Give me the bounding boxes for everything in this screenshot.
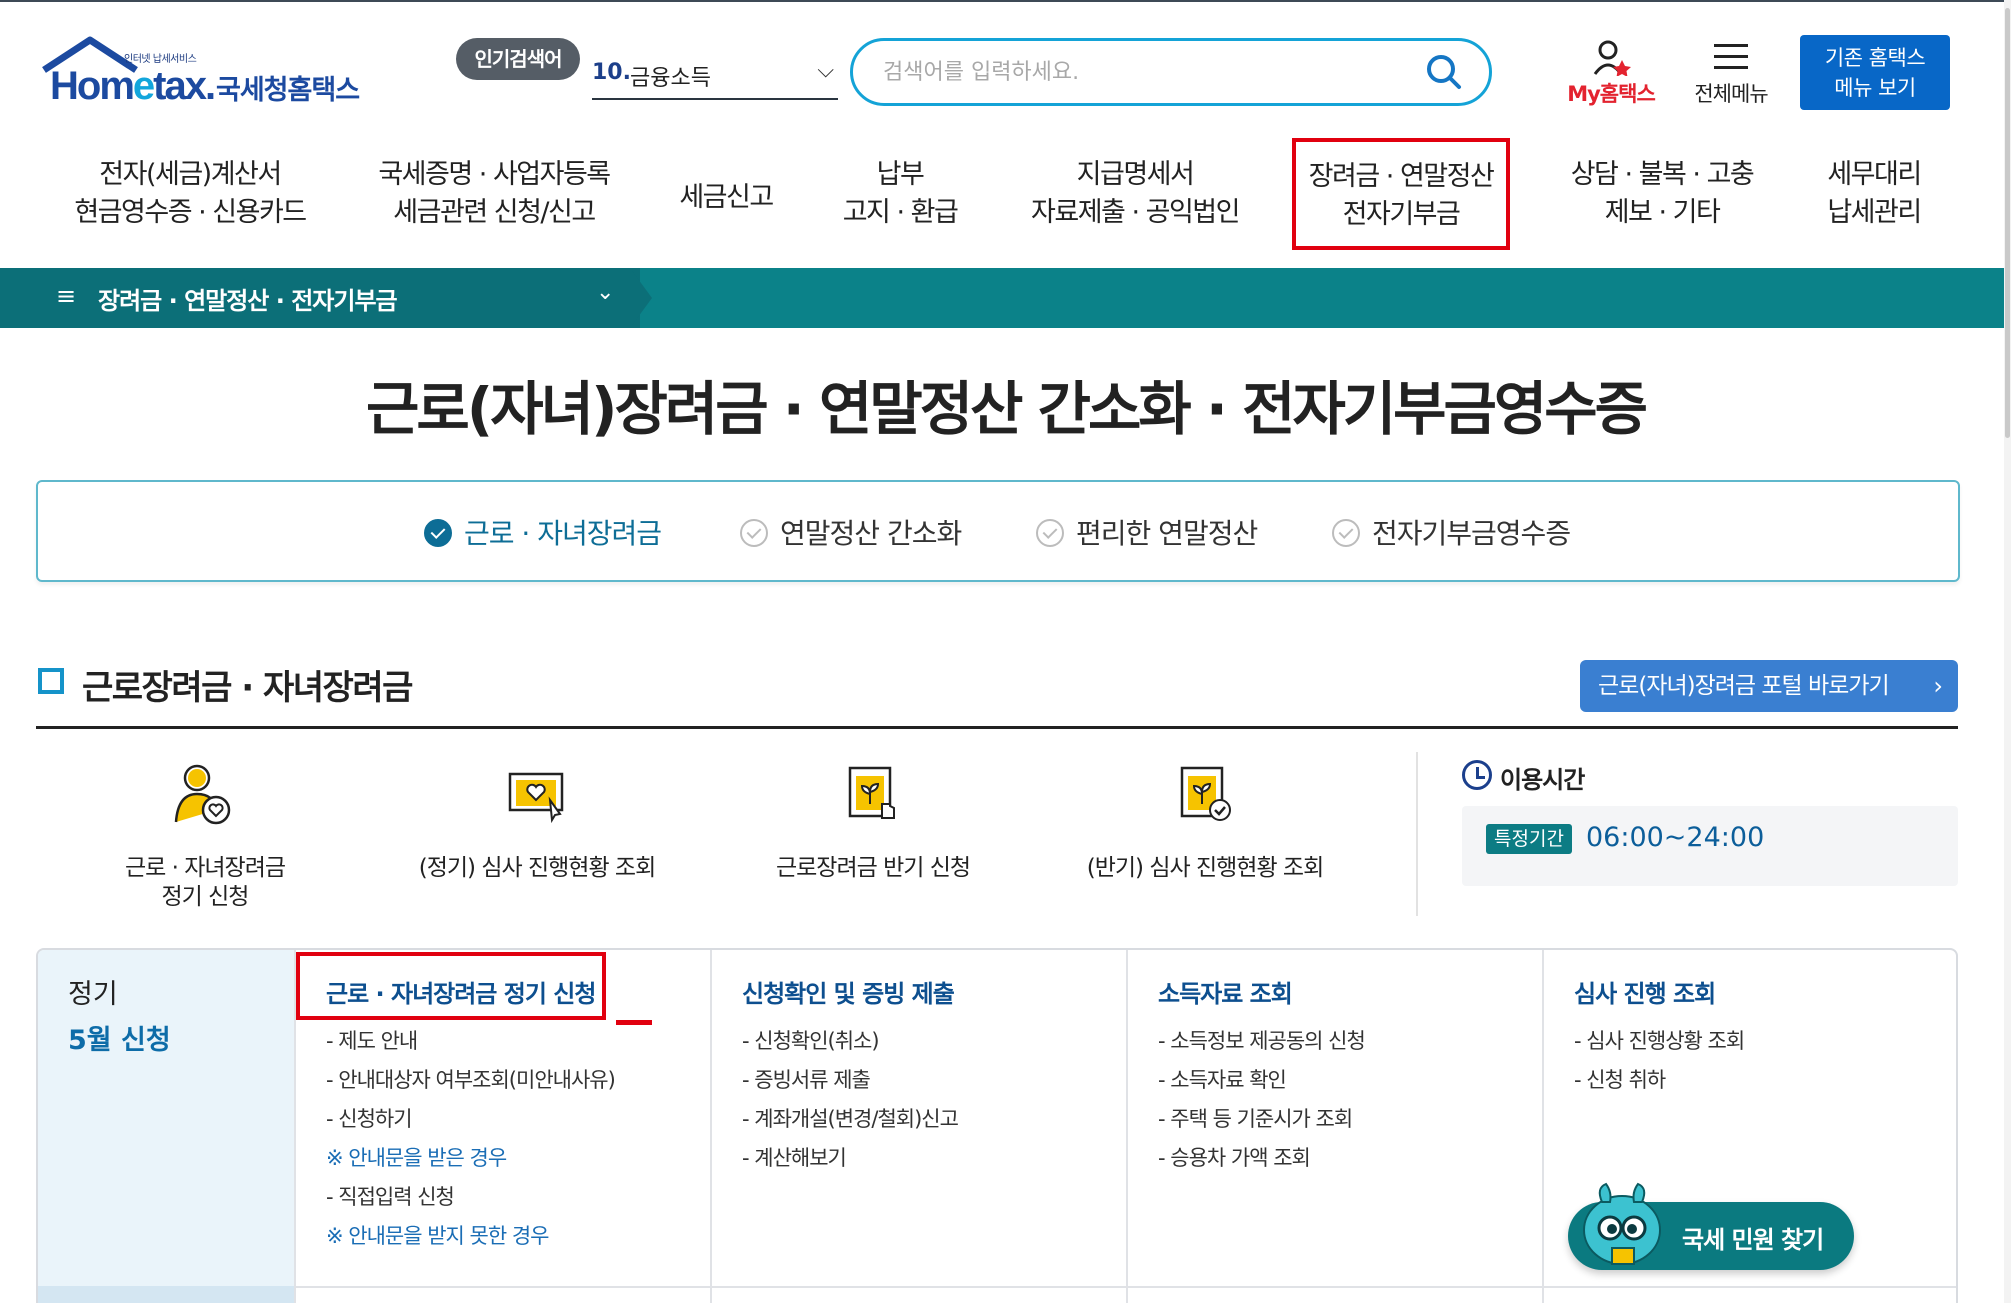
chevron-down-icon: ⌄ xyxy=(596,280,615,305)
grid-left-panel: 정기 5월 신청 xyxy=(38,950,294,1303)
list-item[interactable]: ※ 안내문을 받은 경우 xyxy=(326,1139,615,1178)
mascot-icon xyxy=(1583,1182,1661,1265)
usage-time-title: 이용시간 xyxy=(1462,760,1585,795)
section-square-icon xyxy=(38,668,68,698)
logo-word: Hometax. xyxy=(50,64,216,108)
search-box[interactable] xyxy=(850,38,1492,106)
list-item[interactable]: - 승용차 가액 조회 xyxy=(1158,1139,1365,1178)
logo-small-text: 인터넷 납세서비스 xyxy=(124,54,197,65)
section-title: 근로장려금 · 자녀장려금 xyxy=(38,660,413,708)
grid-period-month: 5월 신청 xyxy=(68,1025,171,1056)
grid-column-confirm: 신청확인 및 증빙 제출 - 신청확인(취소) - 증빙서류 제출 - 계좌개설… xyxy=(710,950,1126,1303)
menu-icon: ≡ xyxy=(56,282,77,310)
list-item[interactable]: - 직접입력 신청 xyxy=(326,1178,615,1217)
all-menu-label: 전체메뉴 xyxy=(1694,82,1768,106)
tab-donation[interactable]: 전자기부금영수증 xyxy=(1332,512,1571,552)
list-item[interactable]: ※ 안내문을 받지 못한 경우 xyxy=(326,1217,615,1256)
quick-link-regular-apply[interactable]: 근로 · 자녀장려금 정기 신청 xyxy=(60,760,350,920)
list-item[interactable]: - 심사 진행상황 조회 xyxy=(1574,1022,1745,1061)
list-item[interactable]: - 증빙서류 제출 xyxy=(742,1061,958,1100)
check-circle-icon xyxy=(1036,519,1064,547)
list-item[interactable]: - 계산해보기 xyxy=(742,1139,958,1178)
usage-time-box: 특정기간 06:00~24:00 xyxy=(1462,806,1958,886)
list-item[interactable]: - 신청하기 xyxy=(326,1100,615,1139)
sprout-hand-icon xyxy=(848,766,895,819)
breadcrumb-menu[interactable]: ≡ 장려금 · 연말정산 · 전자기부금 ⌄ xyxy=(0,268,640,328)
sprout-check-icon xyxy=(1180,766,1231,821)
tab-convenient[interactable]: 편리한 연말정산 xyxy=(1036,512,1258,552)
list-item[interactable]: - 신청 취하 xyxy=(1574,1061,1744,1100)
popular-search-badge: 인기검색어 xyxy=(456,38,580,80)
gnb-item-invoice[interactable]: 전자(세금)계산서 현금영수증 · 신용카드 xyxy=(62,156,318,242)
popular-keyword: 금융소득 xyxy=(630,66,711,91)
my-hometax-label: My홈택스 xyxy=(1567,82,1656,106)
list-item[interactable]: - 소득자료 확인 xyxy=(1158,1061,1365,1100)
user-icon xyxy=(1593,40,1631,76)
popular-search-select[interactable]: 10. 금융소득 ⌵ xyxy=(592,52,838,100)
hamburger-icon xyxy=(1714,44,1748,69)
annotation-highlight-box xyxy=(296,952,606,1020)
logo-korean-name: 국세청홈택스 xyxy=(216,75,360,106)
document-heart-icon xyxy=(508,772,564,824)
breadcrumb: ≡ 장려금 · 연말정산 · 전자기부금 ⌄ xyxy=(0,268,2004,328)
scrollbar[interactable] xyxy=(2004,0,2011,1303)
portal-shortcut-button[interactable]: 근로(자녀)장려금 포털 바로가기 › xyxy=(1580,660,1958,712)
check-circle-icon xyxy=(740,519,768,547)
search-input[interactable] xyxy=(883,53,1403,91)
breadcrumb-arrow xyxy=(630,268,652,328)
list-item[interactable]: - 주택 등 기준시가 조회 xyxy=(1158,1100,1365,1139)
check-circle-icon xyxy=(1332,519,1360,547)
page-title: 근로(자녀)장려금 · 연말정산 간소화 · 전자기부금영수증 xyxy=(366,375,1648,443)
quick-link-regular-status[interactable]: (정기) 심사 진행현황 조회 xyxy=(392,760,682,920)
grid-left-next-row xyxy=(38,1286,294,1303)
search-icon[interactable] xyxy=(1425,53,1463,91)
quick-link-half-apply[interactable]: 근로장려금 반기 신청 xyxy=(728,760,1018,920)
popular-rank: 10. xyxy=(592,60,631,85)
all-menu-button[interactable]: 전체메뉴 xyxy=(1684,38,1778,108)
list-item[interactable]: - 제도 안내 xyxy=(326,1022,615,1061)
gnb-item-certificate[interactable]: 국세증명 · 사업자등록 세금관련 신청/신고 xyxy=(364,156,624,242)
gnb-item-agent[interactable]: 세무대리 납세관리 xyxy=(1812,156,1936,242)
list-item[interactable]: - 안내대상자 여부조회(미안내사유) xyxy=(326,1061,616,1100)
usage-time-value: 06:00~24:00 xyxy=(1586,822,1765,853)
list-item[interactable]: - 신청확인(취소) xyxy=(742,1022,958,1061)
column-head[interactable]: 소득자료 조회 xyxy=(1158,974,1293,1009)
vertical-divider xyxy=(1416,752,1418,916)
list-item[interactable]: - 계좌개설(변경/철회)신고 xyxy=(742,1100,959,1139)
hometax-logo[interactable]: 인터넷 납세서비스 Hometax. 국세청홈택스 xyxy=(38,36,368,114)
person-heart-icon xyxy=(174,764,231,825)
clock-icon xyxy=(1462,760,1492,790)
grid-row-divider xyxy=(294,1286,1956,1288)
grid-period-label: 정기 xyxy=(68,979,118,1010)
tab-bar: 근로 · 자녀장려금 연말정산 간소화 편리한 연말정산 전자기부금영수증 xyxy=(36,480,1960,582)
old-menu-line2: 메뉴 보기 xyxy=(1834,76,1916,100)
old-menu-button[interactable]: 기존 홈택스 메뉴 보기 xyxy=(1800,35,1950,110)
find-civil-service-label: 국세 민원 찾기 xyxy=(1682,1226,1824,1254)
section-divider xyxy=(36,726,1958,729)
quick-link-half-status[interactable]: (반기) 심사 진행현황 조회 xyxy=(1060,760,1350,920)
tab-simplified[interactable]: 연말정산 간소화 xyxy=(740,512,962,552)
period-badge: 특정기간 xyxy=(1486,824,1572,854)
old-menu-line1: 기존 홈택스 xyxy=(1824,46,1926,70)
chevron-down-icon: ⌵ xyxy=(817,58,834,83)
tab-incentive[interactable]: 근로 · 자녀장려금 xyxy=(424,512,662,552)
gnb-item-incentive[interactable]: 장려금 · 연말정산 전자기부금 xyxy=(1292,138,1510,250)
grid-column-income: 소득자료 조회 - 소득정보 제공동의 신청 - 소득자료 확인 - 주택 등 … xyxy=(1126,950,1542,1303)
gnb-item-consult[interactable]: 상담 · 불복 · 고충 제보 · 기타 xyxy=(1556,156,1768,242)
gnb-item-tax-report[interactable]: 세금신고 xyxy=(660,156,792,242)
column-head[interactable]: 신청확인 및 증빙 제출 xyxy=(742,974,955,1009)
breadcrumb-label: 장려금 · 연말정산 · 전자기부금 xyxy=(98,287,398,315)
annotation-dash xyxy=(616,1020,652,1025)
list-item[interactable]: - 소득정보 제공동의 신청 xyxy=(1158,1022,1366,1061)
check-circle-icon xyxy=(424,519,452,547)
find-civil-service-button[interactable]: 국세 민원 찾기 xyxy=(1568,1182,1854,1270)
chevron-right-icon: › xyxy=(1933,672,1943,700)
top-border xyxy=(0,0,2011,2)
gnb-item-payment[interactable]: 납부 고지 · 환급 xyxy=(830,156,970,242)
gnb-item-statement[interactable]: 지급명세서 자료제출 · 공익법인 xyxy=(1018,156,1252,242)
column-head[interactable]: 심사 진행 조회 xyxy=(1574,974,1716,1009)
my-hometax-button[interactable]: My홈택스 xyxy=(1560,38,1662,108)
